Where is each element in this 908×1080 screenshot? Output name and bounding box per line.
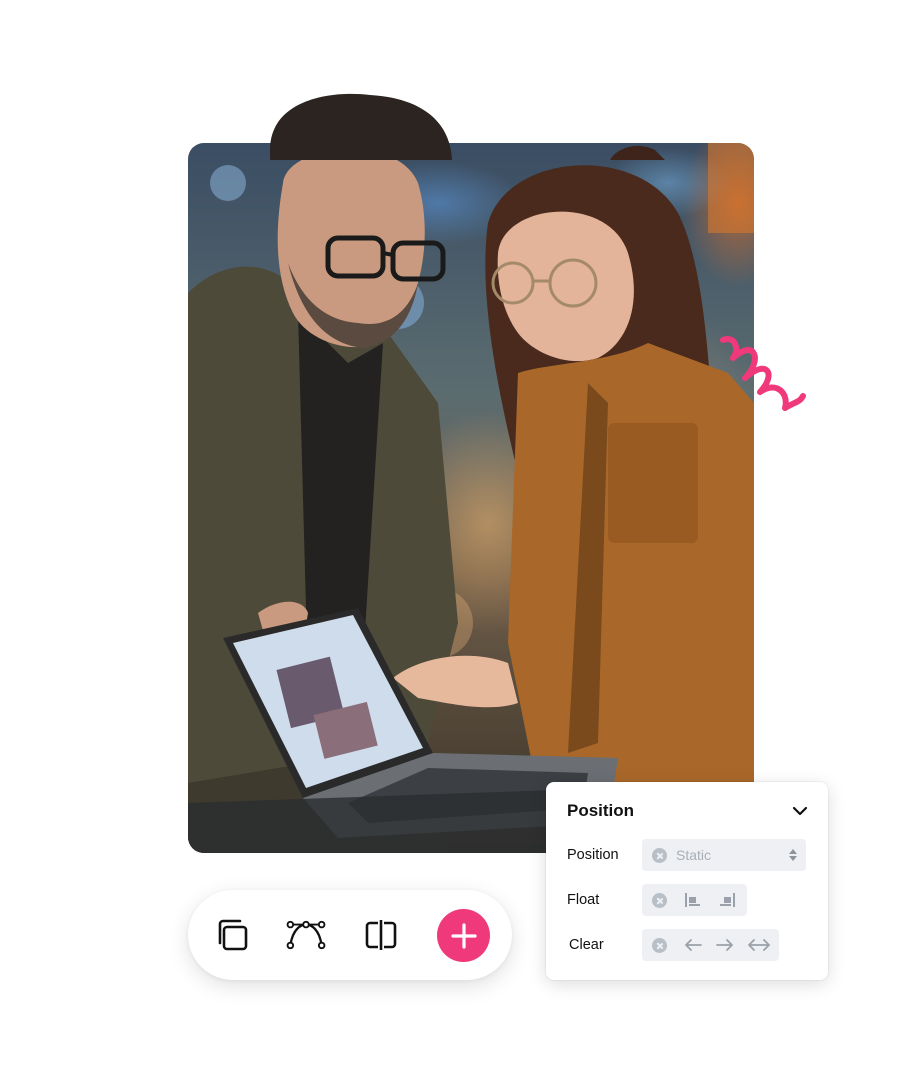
clear-label: Clear xyxy=(569,937,604,953)
clear-control xyxy=(642,929,779,961)
clear-position-icon[interactable] xyxy=(652,848,667,863)
arrow-left-icon xyxy=(685,939,702,951)
position-label: Position xyxy=(567,847,619,863)
split-view-button[interactable] xyxy=(361,915,401,955)
float-label: Float xyxy=(567,892,600,908)
copy-button[interactable] xyxy=(212,915,252,955)
bezier-curve-button[interactable] xyxy=(286,915,326,955)
float-left-button[interactable] xyxy=(682,890,704,910)
arrow-both-icon xyxy=(748,939,770,951)
float-left-icon xyxy=(685,893,700,907)
bezier-curve-icon xyxy=(286,920,326,950)
select-arrows-icon xyxy=(789,849,797,861)
decorative-squiggle xyxy=(720,336,806,411)
arrow-right-icon xyxy=(716,939,733,951)
plus-icon xyxy=(450,922,477,949)
float-right-icon xyxy=(720,893,735,907)
copy-icon xyxy=(218,919,248,951)
clear-both-button[interactable] xyxy=(746,935,772,955)
position-select[interactable]: Static xyxy=(642,839,806,871)
add-button[interactable] xyxy=(437,909,490,962)
position-value: Static xyxy=(676,847,712,863)
clear-none-icon[interactable] xyxy=(652,938,667,953)
chevron-down-icon[interactable] xyxy=(791,802,809,820)
clear-left-button[interactable] xyxy=(682,935,704,955)
float-none-icon[interactable] xyxy=(652,893,667,908)
floating-toolbar xyxy=(188,890,512,980)
float-control xyxy=(642,884,747,916)
position-panel: Position Position Static Float Clear xyxy=(546,782,828,980)
panel-title: Position xyxy=(567,801,635,820)
float-right-button[interactable] xyxy=(716,890,738,910)
photo-head-overflow xyxy=(270,93,665,160)
photo-illustration xyxy=(188,143,754,853)
photo-people-with-laptop xyxy=(188,143,754,853)
split-view-icon xyxy=(365,920,397,950)
clear-right-button[interactable] xyxy=(714,935,736,955)
